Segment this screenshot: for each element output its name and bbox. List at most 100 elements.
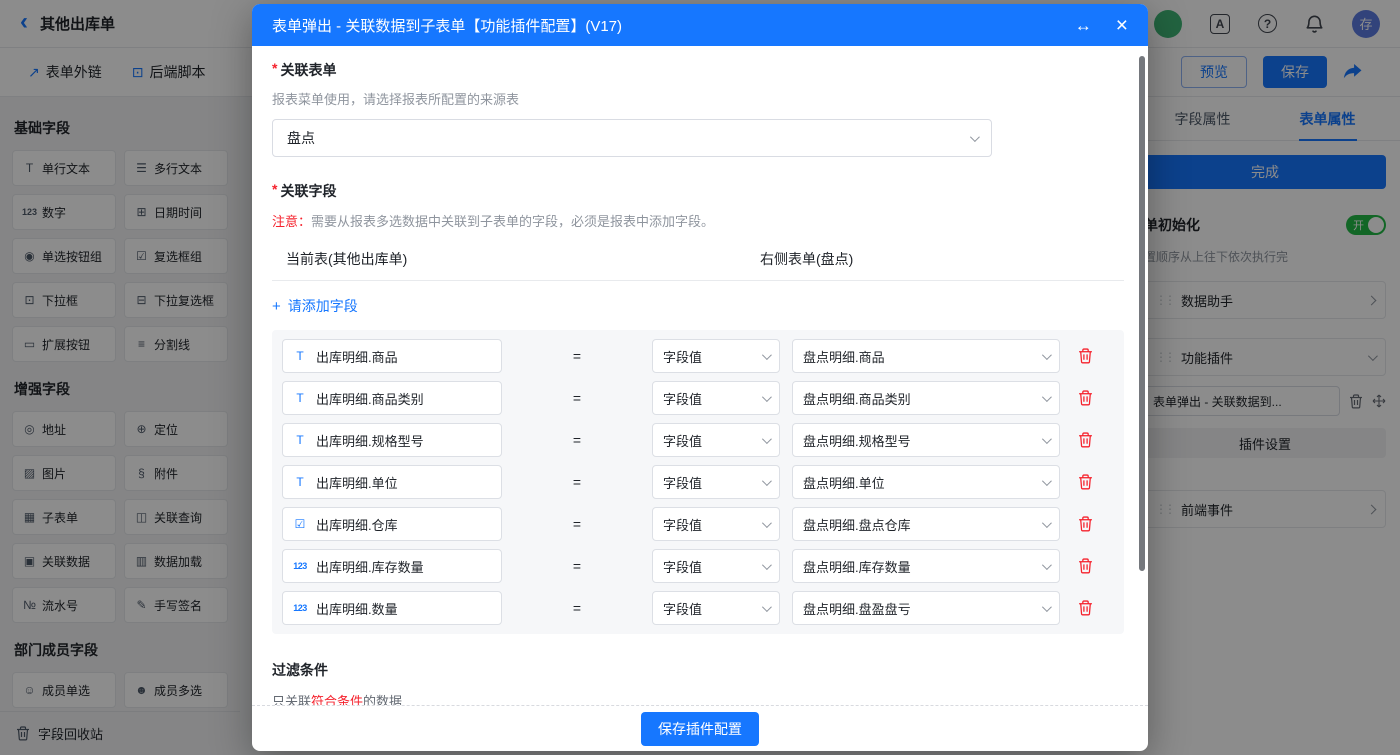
- plus-icon: +: [272, 298, 281, 315]
- save-plugin-config-button[interactable]: 保存插件配置: [641, 712, 759, 746]
- required-asterisk: *: [272, 181, 277, 201]
- mode-select[interactable]: 字段值: [652, 465, 780, 499]
- right-field-value: 盘点明细.库存数量: [803, 557, 911, 576]
- delete-row-icon[interactable]: [1078, 600, 1093, 616]
- right-field-value: 盘点明细.盘盈盘亏: [803, 599, 911, 618]
- mode-select[interactable]: 字段值: [652, 549, 780, 583]
- left-field-value: 出库明细.仓库: [316, 515, 398, 534]
- notice-prefix: 注意：: [272, 214, 311, 229]
- left-field-input[interactable]: T 出库明细.商品类别: [282, 381, 502, 415]
- chevron-down-icon: [762, 518, 772, 528]
- delete-row-icon[interactable]: [1078, 390, 1093, 406]
- field-mapping-row: T 出库明细.规格型号 = 字段值 盘点明细.规格型号: [282, 423, 1114, 457]
- field-mapping-row: T出库明细.商品 = 字段值 盘点明细.商品: [282, 339, 1114, 373]
- left-field-input[interactable]: ☑ 出库明细.仓库: [282, 507, 502, 541]
- field-mapping-list: T出库明细.商品 = 字段值 盘点明细.商品 T 出库明细.商品类别 = 字段值 …: [272, 330, 1124, 634]
- text-field-icon: T: [293, 433, 307, 447]
- right-field-value: 盘点明细.规格型号: [803, 431, 911, 450]
- mode-select[interactable]: 字段值: [652, 423, 780, 457]
- checkbox-field-icon: ☑: [293, 517, 307, 531]
- right-field-select[interactable]: 盘点明细.库存数量: [792, 549, 1060, 583]
- filter-conditions-label: 过滤条件: [272, 660, 1124, 680]
- mode-value: 字段值: [663, 347, 702, 366]
- right-field-select[interactable]: 盘点明细.商品类别: [792, 381, 1060, 415]
- field-mapping-row: 123 出库明细.库存数量 = 字段值 盘点明细.库存数量: [282, 549, 1114, 583]
- field-mapping-row: 123 出库明细.数量 = 字段值 盘点明细.盘盈盘亏: [282, 591, 1114, 625]
- chevron-down-icon: [762, 560, 772, 570]
- equals-sign: =: [502, 432, 652, 448]
- right-field-value: 盘点明细.商品类别: [803, 389, 911, 408]
- mode-select[interactable]: 字段值: [652, 507, 780, 541]
- chevron-down-icon: [1042, 560, 1052, 570]
- left-field-value: 出库明细.数量: [316, 599, 398, 618]
- mode-select[interactable]: 字段值: [652, 381, 780, 415]
- chevron-down-icon: [762, 434, 772, 444]
- equals-sign: =: [502, 600, 652, 616]
- left-field-input[interactable]: T出库明细.商品: [282, 339, 502, 373]
- field-mapping-row: T 出库明细.商品类别 = 字段值 盘点明细.商品类别: [282, 381, 1114, 415]
- left-field-input[interactable]: T 出库明细.单位: [282, 465, 502, 499]
- delete-row-icon[interactable]: [1078, 474, 1093, 490]
- related-form-select[interactable]: 盘点: [272, 119, 992, 157]
- mode-select[interactable]: 字段值: [652, 591, 780, 625]
- delete-row-icon[interactable]: [1078, 348, 1093, 364]
- number-field-icon: 123: [293, 561, 307, 571]
- resize-icon[interactable]: ↔: [1075, 17, 1092, 34]
- equals-sign: =: [502, 558, 652, 574]
- right-field-select[interactable]: 盘点明细.盘点仓库: [792, 507, 1060, 541]
- field-mapping-row: ☑ 出库明细.仓库 = 字段值 盘点明细.盘点仓库: [282, 507, 1114, 541]
- modal-footer: 保存插件配置: [252, 705, 1148, 751]
- chevron-down-icon: [1042, 518, 1052, 528]
- right-field-value: 盘点明细.盘点仓库: [803, 515, 911, 534]
- right-table-header: 右侧表单(盘点): [760, 249, 1124, 269]
- left-field-value: 出库明细.单位: [316, 473, 398, 492]
- delete-row-icon[interactable]: [1078, 558, 1093, 574]
- right-field-select[interactable]: 盘点明细.商品: [792, 339, 1060, 373]
- right-field-value: 盘点明细.单位: [803, 473, 885, 492]
- right-field-select[interactable]: 盘点明细.规格型号: [792, 423, 1060, 457]
- mode-value: 字段值: [663, 473, 702, 492]
- left-field-input[interactable]: 123 出库明细.数量: [282, 591, 502, 625]
- field-mapping-row: T 出库明细.单位 = 字段值 盘点明细.单位: [282, 465, 1114, 499]
- related-fields-label: 关联字段: [280, 181, 336, 201]
- right-field-select[interactable]: 盘点明细.盘盈盘亏: [792, 591, 1060, 625]
- equals-sign: =: [502, 348, 652, 364]
- chevron-down-icon: [1042, 392, 1052, 402]
- left-field-value: 出库明细.库存数量: [316, 557, 424, 576]
- text-field-icon: T: [293, 475, 307, 489]
- delete-row-icon[interactable]: [1078, 432, 1093, 448]
- filter-conditions-link[interactable]: 符合条件: [311, 694, 363, 705]
- left-field-input[interactable]: T 出库明细.规格型号: [282, 423, 502, 457]
- modal-header: 表单弹出 - 关联数据到子表单【功能插件配置】(V17) ↔ ×: [252, 4, 1148, 46]
- required-asterisk: *: [272, 60, 277, 80]
- filter-text-prefix: 只关联: [272, 694, 311, 705]
- mode-value: 字段值: [663, 599, 702, 618]
- chevron-down-icon: [1042, 434, 1052, 444]
- chevron-down-icon: [762, 476, 772, 486]
- mode-value: 字段值: [663, 431, 702, 450]
- delete-row-icon[interactable]: [1078, 516, 1093, 532]
- close-icon[interactable]: ×: [1116, 15, 1128, 36]
- number-field-icon: 123: [293, 603, 307, 613]
- add-field-button[interactable]: + 请添加字段: [272, 296, 358, 316]
- notice-text: 需要从报表多选数据中关联到子表单的字段，必须是报表中添加字段。: [311, 214, 714, 229]
- text-field-icon: T: [293, 391, 307, 405]
- plugin-config-modal: 表单弹出 - 关联数据到子表单【功能插件配置】(V17) ↔ × * 关联表单 …: [252, 4, 1148, 751]
- chevron-down-icon: [762, 350, 772, 360]
- equals-sign: =: [502, 390, 652, 406]
- related-form-value: 盘点: [287, 128, 315, 148]
- mode-value: 字段值: [663, 515, 702, 534]
- equals-sign: =: [502, 516, 652, 532]
- modal-title: 表单弹出 - 关联数据到子表单【功能插件配置】(V17): [272, 15, 1075, 36]
- modal-scrollbar[interactable]: [1139, 56, 1145, 571]
- left-field-value: 出库明细.商品类别: [316, 389, 424, 408]
- left-field-value: 出库明细.规格型号: [316, 431, 424, 450]
- chevron-down-icon: [970, 132, 980, 142]
- equals-sign: =: [502, 474, 652, 490]
- left-field-input[interactable]: 123 出库明细.库存数量: [282, 549, 502, 583]
- filter-text-suffix: 的数据: [363, 694, 402, 705]
- current-table-header: 当前表(其他出库单): [286, 249, 760, 269]
- right-field-select[interactable]: 盘点明细.单位: [792, 465, 1060, 499]
- mode-value: 字段值: [663, 557, 702, 576]
- mode-select[interactable]: 字段值: [652, 339, 780, 373]
